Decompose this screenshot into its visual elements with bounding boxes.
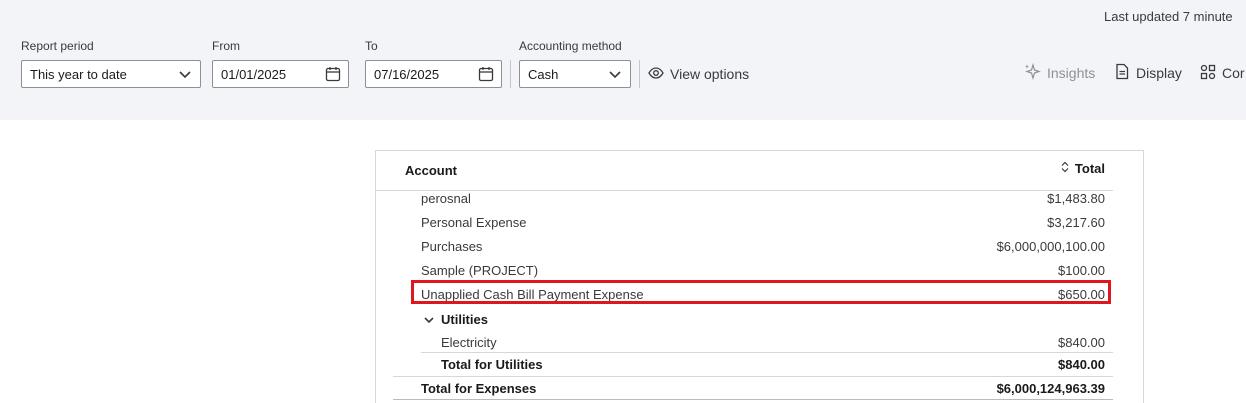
account-name: Personal Expense	[421, 215, 527, 230]
compare-label: Cor	[1222, 65, 1245, 81]
calendar-icon[interactable]	[325, 66, 341, 82]
subtotal-name: Total for Utilities	[441, 357, 543, 372]
total-header-label: Total	[1074, 161, 1105, 176]
subtotal-amount[interactable]: $840.00	[1058, 357, 1105, 372]
compare-button[interactable]: Cor	[1200, 63, 1245, 83]
subtotal-row: Total for Utilities $840.00	[421, 352, 1113, 376]
report-period-select[interactable]: This year to date	[21, 60, 201, 88]
report-table: Account Total perosnal $1,483.80 Persona…	[375, 150, 1144, 403]
account-amount[interactable]: $6,000,000,100.00	[997, 239, 1105, 254]
account-name: perosnal	[421, 191, 471, 206]
group-name: Utilities	[441, 312, 488, 327]
last-updated-text: Last updated 7 minute	[1104, 9, 1233, 24]
accounting-method-select[interactable]: Cash	[519, 60, 631, 88]
view-options-button[interactable]: View options	[648, 64, 749, 84]
account-amount[interactable]: $840.00	[1058, 335, 1105, 350]
from-label: From	[212, 39, 240, 53]
divider	[510, 60, 511, 88]
total-amount[interactable]: $6,000,124,963.39	[997, 381, 1105, 396]
chevron-down-icon	[177, 66, 193, 82]
table-header: Account Total	[376, 151, 1113, 191]
from-date-value: 01/01/2025	[221, 67, 287, 82]
table-row[interactable]: Personal Expense $3,217.60	[376, 211, 1113, 235]
chevron-down-icon[interactable]	[423, 314, 435, 329]
calendar-icon[interactable]	[478, 66, 494, 82]
account-amount[interactable]: $3,217.60	[1047, 215, 1105, 230]
total-row: Total for Expenses $6,000,124,963.39	[393, 376, 1113, 400]
divider	[639, 60, 640, 88]
table-row[interactable]: Purchases $6,000,000,100.00	[376, 235, 1113, 259]
insights-button[interactable]: Insights	[1024, 62, 1096, 83]
table-row-group[interactable]: Utilities	[376, 308, 1113, 332]
account-name: Sample (PROJECT)	[421, 263, 539, 278]
sparkle-icon	[1024, 62, 1041, 83]
table-row[interactable]: perosnal $1,483.80	[376, 187, 1113, 211]
report-period-value: This year to date	[30, 67, 127, 82]
account-name: Purchases	[421, 239, 483, 254]
report-period-label: Report period	[21, 39, 94, 53]
accounting-method-value: Cash	[528, 67, 559, 82]
highlight-box	[411, 280, 1111, 304]
display-button[interactable]: Display	[1114, 63, 1182, 83]
report-toolbar: Last updated 7 minute Report period This…	[0, 0, 1246, 120]
account-amount[interactable]: $1,483.80	[1047, 191, 1105, 206]
view-options-label: View options	[670, 66, 750, 82]
grid-settings-icon	[1200, 64, 1216, 83]
display-label: Display	[1136, 65, 1182, 81]
eye-icon	[648, 65, 664, 84]
sort-icon[interactable]	[1061, 161, 1069, 176]
account-name: Electricity	[441, 335, 497, 350]
account-amount[interactable]: $100.00	[1058, 263, 1105, 278]
total-column-header[interactable]: Total	[1061, 161, 1105, 176]
total-name: Total for Expenses	[421, 381, 537, 396]
chevron-down-icon	[607, 66, 623, 82]
document-icon	[1114, 63, 1130, 83]
to-date-value: 07/16/2025	[374, 67, 440, 82]
to-date-input[interactable]: 07/16/2025	[365, 60, 502, 88]
from-date-input[interactable]: 01/01/2025	[212, 60, 349, 88]
scrollbar[interactable]	[1113, 151, 1143, 403]
account-column-header[interactable]: Account	[405, 163, 457, 178]
insights-label: Insights	[1047, 65, 1096, 81]
accounting-method-label: Accounting method	[519, 39, 622, 53]
to-label: To	[365, 39, 378, 53]
